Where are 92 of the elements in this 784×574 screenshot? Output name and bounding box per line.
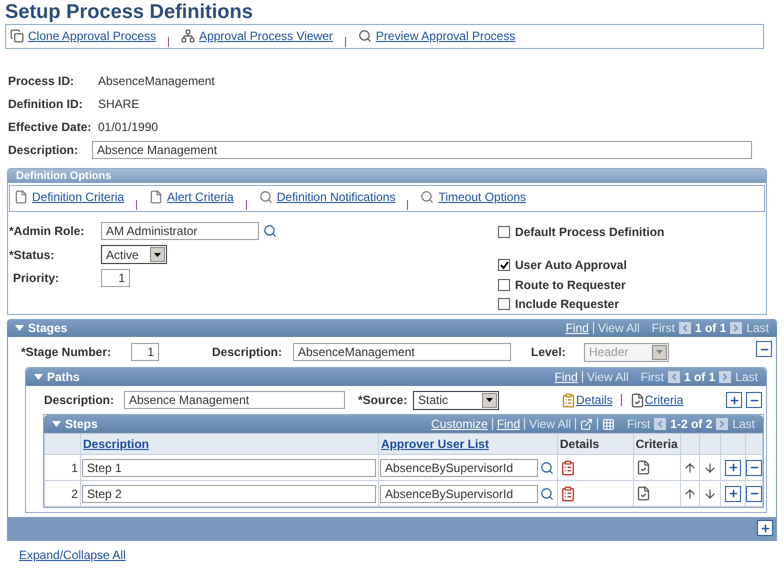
column-header[interactable]: Approver User List: [378, 434, 558, 454]
download-grid-icon[interactable]: [602, 418, 615, 430]
toolbar-link[interactable]: Clone Approval Process: [10, 27, 156, 45]
document-icon: [14, 190, 28, 204]
first-label: First: [626, 416, 650, 433]
details-icon[interactable]: [560, 486, 576, 502]
criteria-icon[interactable]: [636, 486, 651, 501]
priority-field[interactable]: 1: [101, 269, 130, 287]
step-description-field[interactable]: Step 1: [82, 458, 376, 476]
stage-number-field[interactable]: 1: [131, 343, 159, 361]
dropdown[interactable]: Active: [101, 245, 167, 264]
approver-field[interactable]: AbsenceBySupervisorId: [380, 458, 538, 476]
field-label: Description:: [8, 142, 80, 159]
copy-icon: [10, 29, 24, 43]
collapse-icon[interactable]: [52, 421, 61, 427]
row-count: 1-2 of 2: [670, 416, 712, 433]
search-icon: [358, 29, 372, 43]
collapse-icon[interactable]: [34, 374, 43, 380]
page-title: Setup Process Definitions: [4, 0, 254, 24]
admin-role-field[interactable]: AM Administrator: [101, 222, 259, 240]
checkbox-label: User Auto Approval: [515, 257, 627, 274]
dropdown-arrow-icon[interactable]: [486, 398, 493, 402]
field-label: *Stage Number:: [21, 344, 112, 361]
field-label: Priority:: [12, 270, 60, 287]
hierarchy-icon: [181, 29, 196, 43]
checkbox[interactable]: [498, 259, 510, 272]
last-label: Last: [732, 416, 755, 433]
stage-description-field[interactable]: AbsenceManagement: [293, 343, 511, 361]
section-title: Stages: [28, 320, 68, 337]
move-down-icon[interactable]: [703, 460, 718, 474]
field-label: Description:: [212, 344, 284, 361]
row-count: 1 of 1: [684, 369, 716, 386]
field-value: AbsenceManagement: [98, 73, 215, 90]
option-tab-link[interactable]: Definition Notifications: [258, 188, 396, 206]
step-description-field[interactable]: Step 2: [82, 484, 376, 502]
toolbar-link[interactable]: Preview Approval Process: [358, 27, 516, 45]
search-icon: [420, 190, 434, 204]
checkbox[interactable]: [498, 226, 510, 238]
collapse-icon[interactable]: [15, 325, 24, 331]
field-label: *Admin Role:: [9, 223, 86, 240]
row-number: 2: [44, 480, 80, 506]
dropdown[interactable]: Static: [413, 390, 499, 410]
details-icon[interactable]: [560, 460, 576, 476]
checkbox-label: Route to Requester: [515, 276, 626, 294]
checkbox[interactable]: [498, 298, 510, 310]
section-title: Paths: [47, 369, 80, 386]
description-field[interactable]: Absence Management: [92, 141, 752, 159]
option-tab-link[interactable]: Timeout Options: [420, 188, 526, 206]
checkbox[interactable]: [498, 278, 510, 291]
field-value: SHARE: [98, 96, 140, 113]
field-label: Process ID:: [8, 73, 76, 90]
move-up-icon[interactable]: [683, 460, 698, 474]
move-down-icon[interactable]: [703, 486, 718, 500]
checkbox-label: Default Process Definition: [515, 224, 664, 241]
search-icon[interactable]: [540, 486, 554, 500]
path-description-field[interactable]: Absence Management: [124, 391, 345, 409]
column-header: Details: [557, 434, 634, 454]
field-label: Definition ID:: [8, 96, 84, 113]
criteria-icon[interactable]: [636, 460, 651, 475]
dropdown-arrow-icon[interactable]: [154, 252, 161, 256]
first-label: First: [652, 320, 675, 337]
panel-header: Definition Options: [8, 169, 766, 183]
details-icon: [561, 392, 576, 408]
search-icon[interactable]: [263, 224, 277, 238]
section-title: Steps: [65, 416, 98, 433]
new-window-icon[interactable]: [580, 418, 593, 430]
approver-field[interactable]: AbsenceBySupervisorId: [380, 484, 538, 502]
toolbar-link[interactable]: Approval Process Viewer: [181, 27, 333, 45]
field-label: Level:: [531, 344, 567, 361]
search-icon[interactable]: [540, 460, 554, 474]
checkbox-label: Include Requester: [515, 296, 620, 314]
column-header[interactable]: Description: [80, 434, 378, 454]
last-label: Last: [746, 320, 769, 337]
criteria-icon: [630, 392, 645, 408]
row-count: 1 of 1: [694, 320, 726, 337]
expand-collapse-link[interactable]: Expand/Collapse All: [19, 546, 784, 564]
field-label: Description:: [44, 392, 116, 409]
move-up-icon[interactable]: [683, 486, 698, 500]
field-label: Effective Date:: [8, 119, 92, 136]
details-link[interactable]: Details: [561, 391, 613, 409]
option-tab-link[interactable]: Definition Criteria: [14, 188, 124, 206]
last-label: Last: [735, 369, 758, 386]
first-label: First: [640, 369, 664, 386]
search-icon: [258, 190, 273, 204]
document-icon: [149, 190, 164, 204]
criteria-link[interactable]: Criteria: [630, 391, 684, 409]
field-label: *Source:: [358, 392, 408, 409]
field-label: *Status:: [9, 246, 56, 264]
field-value: 01/01/1990: [98, 119, 158, 136]
option-tab-link[interactable]: Alert Criteria: [149, 188, 234, 206]
row-number: 1: [44, 454, 80, 480]
column-header: Criteria: [633, 434, 680, 454]
